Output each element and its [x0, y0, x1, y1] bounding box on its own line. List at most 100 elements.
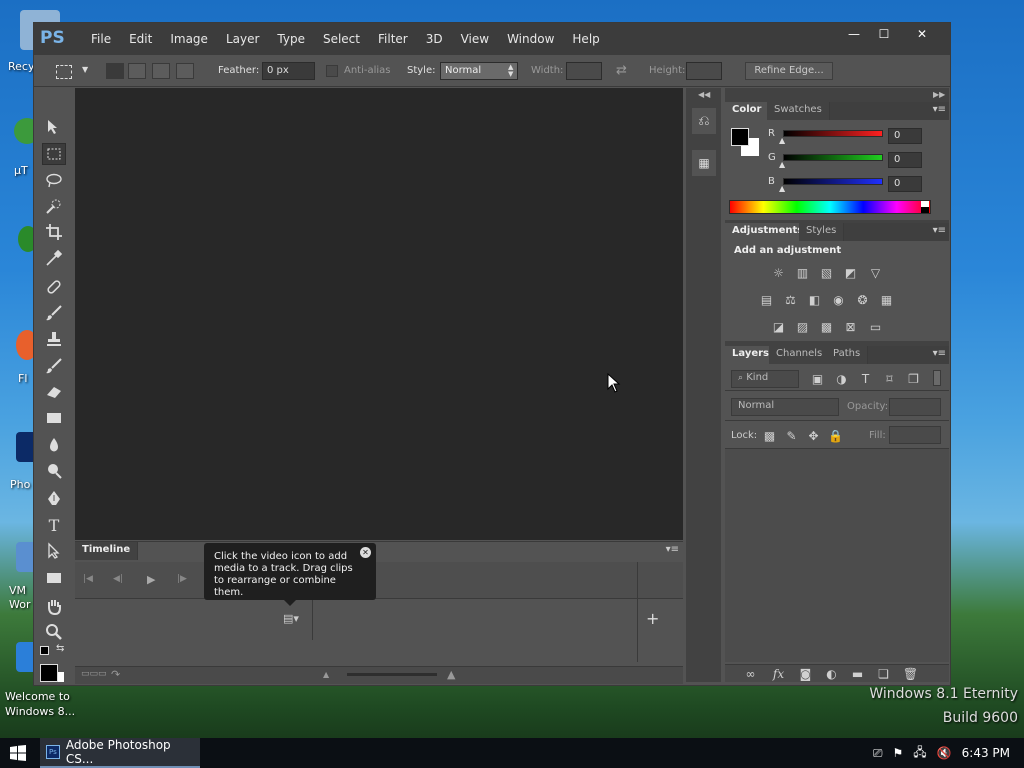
- zoom-out-timeline-icon[interactable]: ▲: [323, 670, 329, 679]
- default-colors-icon[interactable]: [40, 646, 49, 655]
- color-panel-foreground-swatch[interactable]: [731, 128, 749, 146]
- antialias-checkbox[interactable]: [326, 65, 338, 77]
- convert-to-frame-animation-icon[interactable]: ▭▭▭: [81, 669, 107, 679]
- previous-frame-icon[interactable]: ◀|: [113, 574, 123, 584]
- photo-filter-icon[interactable]: ◉: [830, 292, 847, 307]
- filter-kind-select[interactable]: ⌕ Kind: [731, 370, 799, 388]
- go-to-first-frame-icon[interactable]: |◀: [83, 574, 93, 584]
- dodge-tool-icon[interactable]: [42, 460, 66, 482]
- tab-paths[interactable]: Paths: [826, 346, 869, 364]
- maximize-button[interactable]: ☐: [870, 23, 898, 45]
- color-spectrum-ramp[interactable]: [729, 200, 931, 214]
- chevron-down-icon[interactable]: ▼: [82, 65, 88, 74]
- clock-time[interactable]: 6:43 PM: [962, 746, 1010, 760]
- eyedropper-tool-icon[interactable]: [42, 247, 66, 269]
- tab-styles[interactable]: Styles: [799, 223, 845, 241]
- invert-icon[interactable]: ◪: [770, 319, 787, 334]
- crop-tool-icon[interactable]: [42, 221, 66, 243]
- slider-r[interactable]: [783, 130, 883, 137]
- collapse-dock-icon[interactable]: ◀◀: [698, 90, 710, 99]
- menu-view[interactable]: View: [452, 32, 498, 46]
- selective-color-icon[interactable]: ⊠: [842, 319, 859, 334]
- render-video-icon[interactable]: ↷: [111, 668, 120, 681]
- opacity-input[interactable]: [889, 398, 941, 416]
- move-tool-icon[interactable]: [42, 116, 66, 138]
- zoom-tool-icon[interactable]: [42, 621, 66, 643]
- network-computer-icon[interactable]: ⎚: [873, 746, 883, 761]
- layer-style-fx-icon[interactable]: fx: [770, 666, 787, 681]
- color-panel-menu-icon[interactable]: ▾≡: [933, 104, 946, 115]
- close-button[interactable]: ✕: [900, 23, 944, 45]
- foreground-color-swatch[interactable]: [40, 664, 58, 682]
- marquee-tool-icon[interactable]: [42, 143, 66, 165]
- threshold-icon[interactable]: ▩: [818, 319, 835, 334]
- path-selection-tool-icon[interactable]: [42, 540, 66, 562]
- menu-filter[interactable]: Filter: [369, 32, 417, 46]
- new-adjustment-layer-icon[interactable]: ◐: [823, 666, 840, 681]
- type-tool-icon[interactable]: T: [42, 514, 66, 536]
- swap-width-height-icon[interactable]: ⇄: [616, 63, 627, 78]
- document-canvas-area[interactable]: [75, 88, 683, 540]
- slider-g[interactable]: [783, 154, 883, 161]
- menu-3d[interactable]: 3D: [417, 32, 452, 46]
- menu-layer[interactable]: Layer: [217, 32, 268, 46]
- delete-layer-icon[interactable]: 🗑: [902, 666, 919, 681]
- title-bar[interactable]: PS File Edit Image Layer Type Select Fil…: [34, 23, 950, 55]
- rectangle-tool-icon[interactable]: [42, 567, 66, 589]
- lock-position-icon[interactable]: ✥: [805, 428, 822, 443]
- lock-image-pixels-icon[interactable]: ✎: [783, 428, 800, 443]
- value-g[interactable]: 0: [888, 152, 922, 168]
- filter-pixel-layers-icon[interactable]: ▣: [809, 371, 826, 386]
- filter-smart-objects-icon[interactable]: ❐: [905, 371, 922, 386]
- black-white-icon[interactable]: ◧: [806, 292, 823, 307]
- menu-file[interactable]: File: [82, 32, 120, 46]
- history-brush-tool-icon[interactable]: [42, 355, 66, 377]
- brightness-contrast-icon[interactable]: ☼: [770, 265, 787, 280]
- volume-muted-icon[interactable]: 🔇: [937, 746, 952, 760]
- eraser-tool-icon[interactable]: [42, 381, 66, 403]
- add-layer-mask-icon[interactable]: ◙: [797, 666, 814, 681]
- brush-tool-icon[interactable]: [42, 302, 66, 324]
- history-panel-icon[interactable]: ⎌: [692, 108, 716, 134]
- quick-selection-tool-icon[interactable]: [42, 195, 66, 217]
- slider-b-thumb-icon[interactable]: ▲: [779, 184, 785, 193]
- link-layers-icon[interactable]: ∞: [742, 666, 759, 681]
- blend-mode-select[interactable]: Normal: [731, 398, 839, 416]
- refine-edge-button[interactable]: Refine Edge...: [745, 62, 833, 80]
- lock-transparent-pixels-icon[interactable]: ▩: [761, 428, 778, 443]
- zoom-in-timeline-icon[interactable]: ▲: [447, 668, 455, 681]
- tab-swatches[interactable]: Swatches: [767, 102, 830, 120]
- lock-all-icon[interactable]: 🔒: [827, 428, 844, 443]
- exposure-icon[interactable]: ◩: [842, 265, 859, 280]
- slider-r-thumb-icon[interactable]: ▲: [779, 136, 785, 145]
- menu-image[interactable]: Image: [161, 32, 217, 46]
- gradient-map-icon[interactable]: ▭: [867, 319, 884, 334]
- timeline-panel-menu-icon[interactable]: ▾≡: [666, 544, 679, 555]
- fill-input[interactable]: [889, 426, 941, 444]
- next-frame-icon[interactable]: |▶: [177, 574, 187, 584]
- rect-marquee-preset-icon[interactable]: [56, 65, 72, 79]
- action-center-flag-icon[interactable]: ⚑: [893, 746, 904, 760]
- subtract-selection-icon[interactable]: [152, 63, 170, 79]
- timeline-zoom-slider[interactable]: [347, 673, 437, 676]
- gradient-tool-icon[interactable]: [42, 407, 66, 429]
- tab-color[interactable]: Color: [725, 102, 770, 120]
- intersect-selection-icon[interactable]: [176, 63, 194, 79]
- vibrance-icon[interactable]: ▽: [867, 265, 884, 280]
- slider-g-thumb-icon[interactable]: ▲: [779, 160, 785, 169]
- hand-tool-icon[interactable]: [42, 595, 66, 617]
- value-b[interactable]: 0: [888, 176, 922, 192]
- properties-panel-icon[interactable]: ▦: [692, 150, 716, 176]
- new-layer-icon[interactable]: ❏: [875, 666, 892, 681]
- layers-panel-menu-icon[interactable]: ▾≡: [933, 348, 946, 359]
- adjustments-panel-menu-icon[interactable]: ▾≡: [933, 225, 946, 236]
- menu-help[interactable]: Help: [563, 32, 608, 46]
- spectrum-black-white-swatch[interactable]: [921, 201, 929, 213]
- posterize-icon[interactable]: ▨: [794, 319, 811, 334]
- menu-type[interactable]: Type: [268, 32, 314, 46]
- network-icon[interactable]: 🖧: [913, 743, 926, 764]
- lasso-tool-icon[interactable]: [42, 169, 66, 191]
- new-group-icon[interactable]: ▬: [849, 666, 866, 681]
- healing-brush-tool-icon[interactable]: [42, 276, 66, 298]
- filter-type-layers-icon[interactable]: T: [857, 371, 874, 386]
